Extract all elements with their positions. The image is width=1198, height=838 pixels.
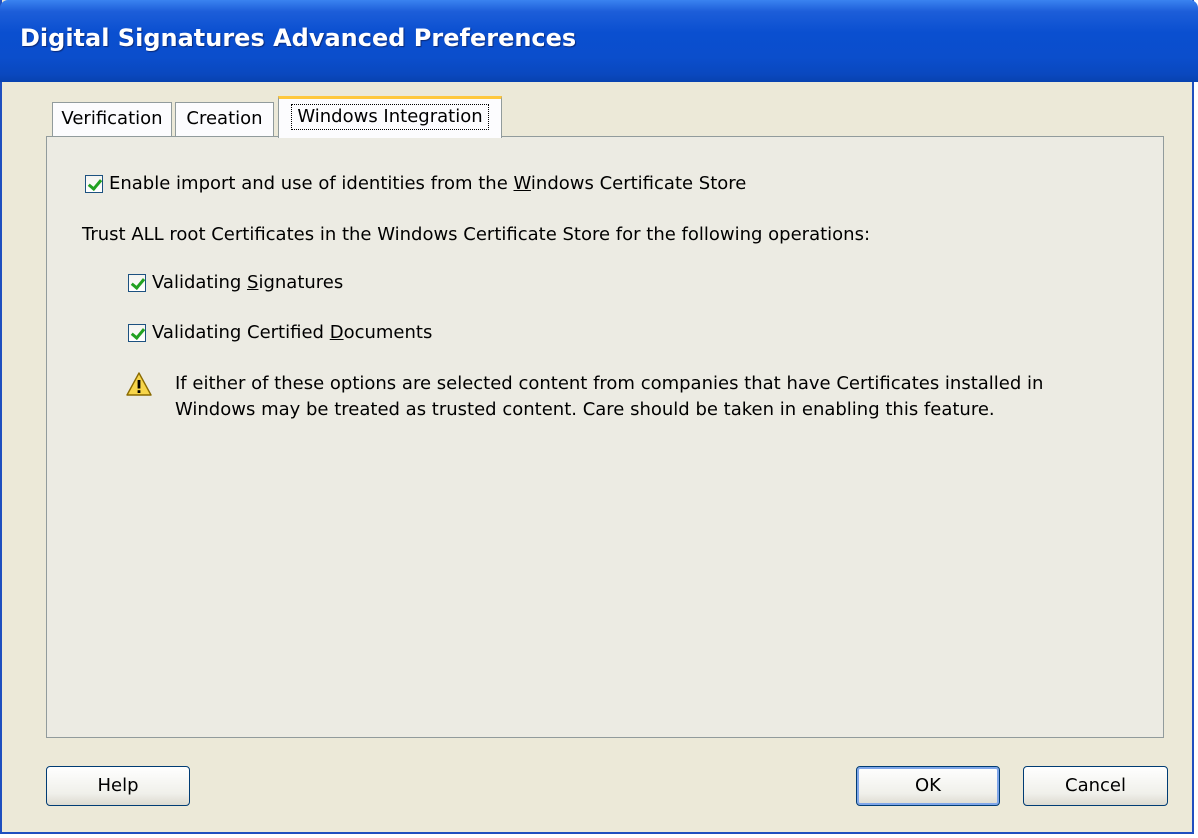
validating-signatures-checkbox[interactable] bbox=[128, 274, 146, 292]
warning-text-line-2: Windows may be treated as trusted conten… bbox=[175, 399, 995, 420]
tab-creation-label: Creation bbox=[186, 108, 263, 129]
label-part: indows Certificate Store bbox=[530, 173, 747, 194]
accelerator-key: W bbox=[513, 173, 531, 194]
tab-verification[interactable]: Verification bbox=[52, 102, 172, 136]
label-part: Validating bbox=[152, 272, 248, 293]
help-button[interactable]: Help bbox=[46, 766, 190, 806]
tab-windows-integration-label: Windows Integration bbox=[291, 104, 489, 130]
label-part: Enable import and use of identities from… bbox=[109, 173, 514, 194]
trust-heading: Trust ALL root Certificates in the Windo… bbox=[82, 224, 871, 245]
tab-windows-integration[interactable]: Windows Integration bbox=[278, 96, 502, 138]
title-bar[interactable]: Digital Signatures Advanced Preferences bbox=[0, 0, 1198, 82]
dialog-window: Digital Signatures Advanced Preferences … bbox=[0, 0, 1198, 834]
validating-certified-checkbox[interactable] bbox=[128, 324, 146, 342]
warning-triangle-icon bbox=[126, 372, 152, 396]
label-part: Validating Certified bbox=[152, 322, 330, 343]
validating-certified-label: Validating Certified Documents bbox=[152, 322, 432, 344]
label-part: ocuments bbox=[343, 322, 433, 343]
tab-creation[interactable]: Creation bbox=[175, 102, 274, 136]
ok-button[interactable]: OK bbox=[856, 766, 1000, 806]
warning-text-line-1: If either of these options are selected … bbox=[175, 373, 1044, 394]
enable-import-checkbox[interactable] bbox=[85, 175, 103, 193]
accelerator-key: S bbox=[247, 272, 259, 293]
accelerator-key: D bbox=[329, 322, 344, 343]
enable-import-label: Enable import and use of identities from… bbox=[109, 173, 746, 195]
cancel-button[interactable]: Cancel bbox=[1023, 766, 1168, 806]
tab-verification-label: Verification bbox=[61, 108, 163, 129]
validating-signatures-label: Validating Signatures bbox=[152, 272, 343, 294]
tab-panel: Enable import and use of identities from… bbox=[46, 136, 1164, 738]
window-title: Digital Signatures Advanced Preferences bbox=[20, 24, 577, 52]
label-part: ignatures bbox=[258, 272, 344, 293]
